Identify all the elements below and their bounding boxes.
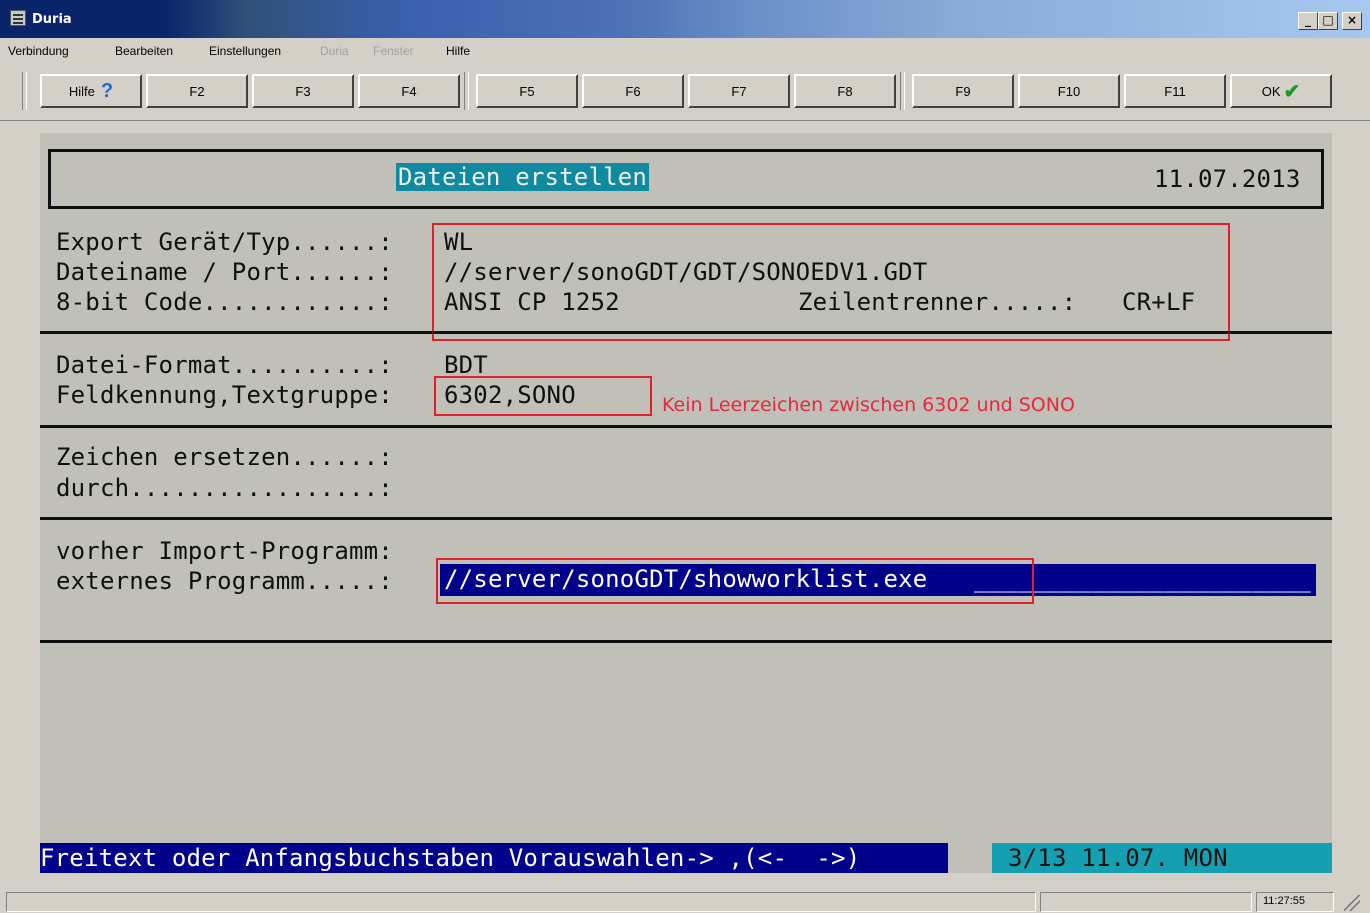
status-clock: 11:27:55 [1256, 892, 1334, 912]
close-icon: × [1346, 13, 1358, 27]
status-info: 3/13 11.07. MON [992, 843, 1332, 873]
minimize-icon: _ [1305, 13, 1311, 27]
menu-hilfe[interactable]: Hilfe [446, 44, 470, 58]
maximize-button[interactable]: □ [1318, 12, 1338, 30]
status-panel-main [6, 892, 1036, 912]
menu-bar: Verbindung Bearbeiten Einstellungen Duri… [0, 38, 1370, 64]
page-title: Dateien erstellen [396, 163, 650, 191]
minimize-button[interactable]: _ [1298, 12, 1318, 30]
f5-button[interactable]: F5 [476, 74, 578, 108]
status-panel-empty [1040, 892, 1252, 912]
header-date: 11.07.2013 [1154, 165, 1301, 193]
title-bar: Duria _ □ × [0, 0, 1370, 38]
toolbar-separator [464, 72, 469, 110]
window-title: Duria [32, 12, 72, 27]
divider [40, 640, 1332, 643]
question-icon: ? [100, 79, 114, 102]
export-label: Export Gerät/Typ......: [56, 228, 393, 256]
header-box [48, 149, 1324, 209]
menu-duria[interactable]: Duria [320, 44, 349, 58]
hint-bar: Freitext oder Anfangsbuchstaben Vorauswa… [40, 843, 948, 873]
with-label: durch.................: [56, 474, 393, 502]
toolbar-separator [22, 72, 27, 110]
ok-label: OK [1261, 83, 1281, 99]
menu-bearbeiten[interactable]: Bearbeiten [115, 44, 173, 58]
external-label: externes Programm.....: [56, 567, 393, 595]
code-label: 8-bit Code............: [56, 288, 393, 316]
filename-label: Dateiname / Port......: [56, 258, 393, 286]
annotation-note: Kein Leerzeichen zwischen 6302 und SONO [662, 394, 1075, 416]
help-button[interactable]: Hilfe ? [40, 74, 142, 108]
f7-button[interactable]: F7 [688, 74, 790, 108]
f6-button[interactable]: F6 [582, 74, 684, 108]
divider [40, 425, 1332, 428]
menu-fenster[interactable]: Fenster [373, 44, 414, 58]
annotation-box-export [432, 223, 1230, 341]
app-icon[interactable] [10, 10, 26, 26]
format-value[interactable]: BDT [444, 351, 488, 379]
import-label: vorher Import-Programm: [56, 537, 393, 565]
menu-verbindung[interactable]: Verbindung [8, 44, 69, 58]
toolbar-separator [900, 72, 905, 110]
status-bar: 11:27:55 [0, 889, 1370, 913]
field-label: Feldkennung,Textgruppe: [56, 381, 393, 409]
close-button[interactable]: × [1342, 12, 1362, 30]
status-info-text: 3/13 11.07. MON [1008, 844, 1228, 872]
f11-button[interactable]: F11 [1124, 74, 1226, 108]
divider [40, 331, 1332, 334]
replace-label: Zeichen ersetzen......: [56, 443, 393, 471]
menu-einstellungen[interactable]: Einstellungen [209, 44, 281, 58]
maximize-icon: □ [1322, 13, 1334, 27]
function-key-toolbar: Hilfe ? F2 F3 F4 F5 F6 F7 F8 F9 F10 F11 … [0, 64, 1370, 121]
annotation-box-external [436, 558, 1034, 604]
f2-button[interactable]: F2 [146, 74, 248, 108]
format-label: Datei-Format..........: [56, 351, 393, 379]
f4-button[interactable]: F4 [358, 74, 460, 108]
resize-grip-icon[interactable] [1344, 895, 1360, 911]
terminal-screen: Dateien erstellen 11.07.2013 Export Gerä… [40, 133, 1332, 873]
ok-button[interactable]: OK ✔ [1230, 74, 1332, 108]
checkmark-icon: ✔ [1283, 80, 1301, 103]
f3-button[interactable]: F3 [252, 74, 354, 108]
f10-button[interactable]: F10 [1018, 74, 1120, 108]
divider [40, 517, 1332, 520]
f9-button[interactable]: F9 [912, 74, 1014, 108]
hint-text: Freitext oder Anfangsbuchstaben Vorauswa… [40, 844, 861, 872]
f8-button[interactable]: F8 [794, 74, 896, 108]
help-label: Hilfe [68, 83, 95, 99]
annotation-box-field [434, 376, 652, 416]
